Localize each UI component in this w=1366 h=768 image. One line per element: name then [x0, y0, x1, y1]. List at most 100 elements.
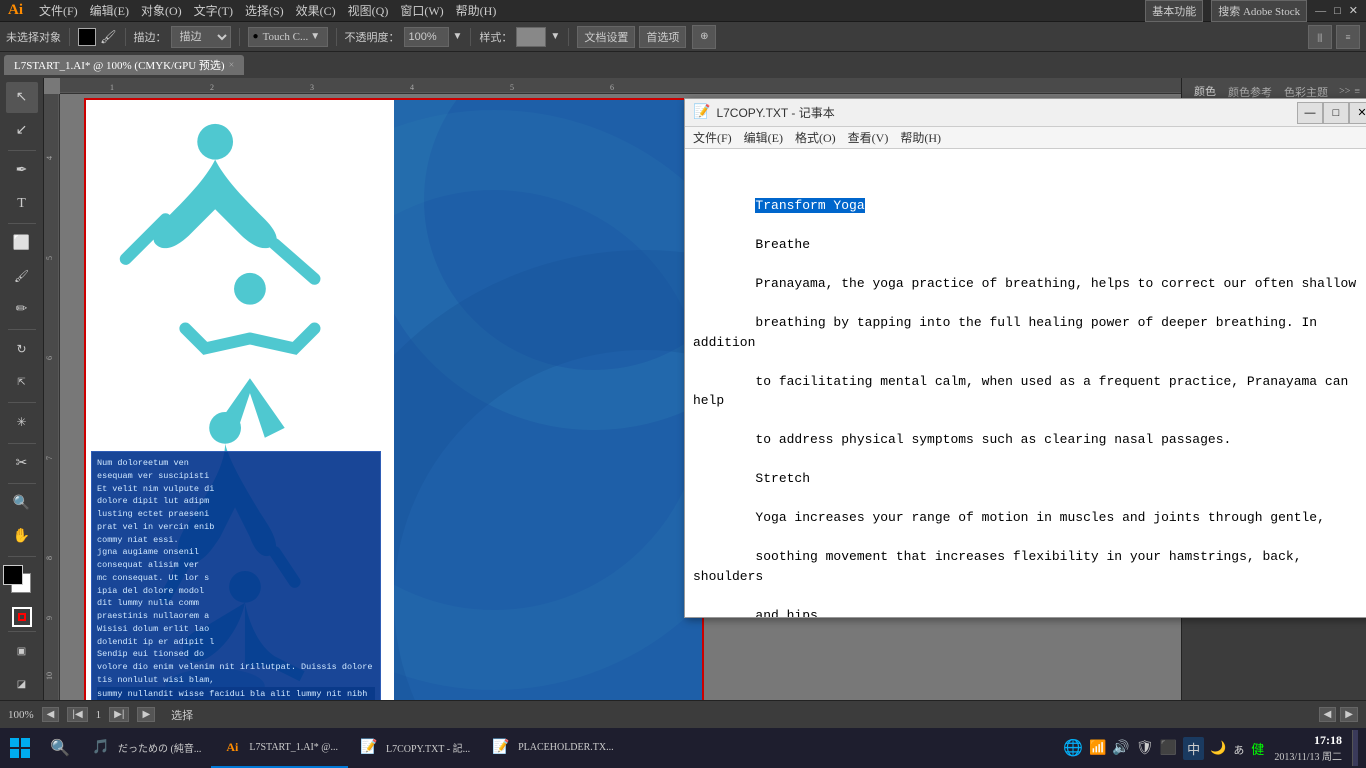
- ruler-top: 1 2 3 4 5 6: [60, 78, 1366, 94]
- antivirus-icon[interactable]: 🛡: [1136, 740, 1154, 757]
- draw-normal-mode[interactable]: ▣: [6, 636, 38, 667]
- paintbrush-tool[interactable]: 🖌: [6, 261, 38, 292]
- first-page-btn[interactable]: |◀: [67, 707, 87, 722]
- sound-icon[interactable]: 🔊: [1112, 740, 1129, 757]
- status-bar: 100% ◀ |◀ 1 ▶| ▶ 选择 ◀ ▶: [0, 700, 1366, 728]
- search-stock-label[interactable]: 搜索 Adobe Stock: [1211, 0, 1307, 22]
- hand-tool[interactable]: ✋: [6, 521, 38, 552]
- panel-expand-icon[interactable]: >>: [1339, 86, 1350, 97]
- stroke-select[interactable]: 描边: [171, 26, 231, 48]
- keyboard-health-icon[interactable]: 健: [1251, 739, 1264, 758]
- type-tool[interactable]: T: [6, 188, 38, 219]
- control-toolbar: 未选择对象 🖌 描边： 描边 ● Touch C... ▼ 不透明度： ▼ 样式…: [0, 22, 1366, 52]
- status-label: 选择: [171, 707, 193, 723]
- apps-icon[interactable]: ⬛: [1160, 740, 1177, 757]
- last-page-btn[interactable]: ▶|: [109, 707, 129, 722]
- network-icon[interactable]: 📶: [1089, 740, 1106, 757]
- tab-close-btn[interactable]: ×: [229, 60, 235, 71]
- notepad-close[interactable]: ✕: [1349, 102, 1366, 124]
- rotate-tool[interactable]: ↻: [6, 334, 38, 365]
- draw-inside-mode[interactable]: ◪: [6, 669, 38, 700]
- notepad-title: L7COPY.TXT - 记事本: [716, 104, 1297, 121]
- blue-text-long2: summy nullandit wisse facidui bla alit l…: [97, 687, 375, 701]
- tools-panel: ↖ ↙ ✒ T ⬜ 🖌 ✏ ↻ ⇱ ✳ ✂ 🔍 ✋ ▣ ◪: [0, 78, 44, 700]
- menu-edit[interactable]: 编辑(E): [84, 2, 135, 19]
- taskbar-notepad-1[interactable]: 📝 L7COPY.TXT - 記...: [348, 728, 480, 768]
- selection-tool[interactable]: ↖: [6, 82, 38, 113]
- notepad-menu-view[interactable]: 查看(V): [842, 129, 895, 146]
- basic-function-label[interactable]: 基本功能: [1145, 0, 1203, 22]
- notepad-minimize[interactable]: —: [1297, 102, 1323, 124]
- search-button[interactable]: 🔍: [40, 728, 80, 768]
- menu-file[interactable]: 文件(F): [33, 2, 84, 19]
- svg-text:6: 6: [610, 83, 614, 92]
- document-tab[interactable]: L7START_1.AI* @ 100% (CMYK/GPU 预选) ×: [4, 55, 244, 75]
- brush-icon: 🖌: [100, 29, 117, 45]
- scale-tool[interactable]: ⇱: [6, 367, 38, 398]
- foreground-color-swatch[interactable]: [3, 565, 23, 585]
- system-tray: 🌐 📶 🔊 🛡 ⬛ 中 🌙 ぁ 健 17:18 2013/11/13 周二: [1063, 730, 1366, 766]
- ie-icon[interactable]: 🌐: [1063, 738, 1083, 758]
- notepad-line-3: breathing by tapping into the full heali…: [693, 315, 1325, 350]
- menu-object[interactable]: 对象(O): [135, 2, 188, 19]
- illustrator-icon: Ai: [221, 736, 243, 758]
- taskbar-music-app[interactable]: 🎵 だっための (純音...: [80, 728, 211, 768]
- scroll-right-btn[interactable]: ▶: [1340, 707, 1358, 722]
- input-moon-icon[interactable]: 🌙: [1210, 740, 1226, 756]
- panel-menu-icon[interactable]: ≡: [1354, 86, 1360, 97]
- scissors-tool[interactable]: ✂: [6, 447, 38, 478]
- menu-select[interactable]: 选择(S): [239, 2, 290, 19]
- notepad-menu-help[interactable]: 帮助(H): [894, 129, 947, 146]
- blue-text-line2: esequam ver suscipisti: [97, 471, 209, 481]
- menu-help[interactable]: 帮助(H): [450, 2, 503, 19]
- zoom-display: 100%: [8, 709, 34, 721]
- scroll-left-btn[interactable]: ◀: [1319, 707, 1337, 722]
- prev-page-btn[interactable]: ◀: [42, 707, 60, 722]
- win-maximize[interactable]: □: [1334, 5, 1341, 17]
- start-button[interactable]: [0, 728, 40, 768]
- pencil-tool[interactable]: ✏: [6, 294, 38, 325]
- next-page-btn[interactable]: ▶: [137, 707, 155, 722]
- blue-text-line8: jgna augiame onsenil: [97, 547, 199, 557]
- svg-text:2: 2: [210, 83, 214, 92]
- notepad-line-2: Pranayama, the yoga practice of breathin…: [755, 276, 1356, 291]
- menu-view[interactable]: 视图(Q): [342, 2, 395, 19]
- notepad-menu-format[interactable]: 格式(O): [789, 129, 842, 146]
- rectangle-tool[interactable]: ⬜: [6, 228, 38, 259]
- page-number[interactable]: 1: [96, 709, 102, 721]
- win-close[interactable]: ✕: [1349, 4, 1358, 17]
- zoom-tool[interactable]: 🔍: [6, 488, 38, 519]
- doc-settings-btn[interactable]: 文档设置: [577, 26, 635, 48]
- notepad-line-5: to address physical symptoms such as cle…: [755, 432, 1231, 447]
- input-char-icon[interactable]: ぁ: [1232, 739, 1245, 758]
- opacity-input[interactable]: [404, 27, 449, 47]
- notepad-icon: 📝: [693, 104, 710, 121]
- fill-icon[interactable]: [12, 607, 32, 627]
- menu-text[interactable]: 文字(T): [188, 2, 239, 19]
- music-icon: 🎵: [90, 736, 112, 758]
- notepad-menubar: 文件(F) 编辑(E) 格式(O) 查看(V) 帮助(H): [685, 127, 1366, 149]
- direct-selection-tool[interactable]: ↙: [6, 115, 38, 146]
- pen-tool[interactable]: ✒: [6, 155, 38, 186]
- foreground-color[interactable]: [78, 28, 96, 46]
- system-clock[interactable]: 17:18 2013/11/13 周二: [1270, 733, 1346, 763]
- touch-brush-label[interactable]: Touch C...: [263, 31, 309, 43]
- notepad-menu-edit[interactable]: 编辑(E): [738, 129, 789, 146]
- menu-window[interactable]: 窗口(W): [394, 2, 449, 19]
- svg-text:7: 7: [45, 456, 54, 460]
- symbol-sprayer-tool[interactable]: ✳: [6, 407, 38, 438]
- menu-effect[interactable]: 效果(C): [290, 2, 342, 19]
- preferences-btn[interactable]: 首选项: [639, 26, 686, 48]
- notepad-menu-file[interactable]: 文件(F): [687, 129, 738, 146]
- win-minimize[interactable]: —: [1315, 5, 1326, 17]
- taskbar-illustrator[interactable]: Ai L7START_1.AI* @...: [211, 728, 348, 768]
- show-desktop-btn[interactable]: [1352, 730, 1358, 766]
- blue-text-overlay[interactable]: Num doloreetum ven esequam ver suscipist…: [91, 451, 381, 700]
- svg-text:10: 10: [45, 672, 54, 680]
- notepad-text-area[interactable]: Transform Yoga Breathe Pranayama, the yo…: [685, 149, 1366, 617]
- artwork-right-panel: [394, 100, 702, 700]
- taskbar-notepad-2[interactable]: 📝 PLACEHOLDER.TX...: [480, 728, 624, 768]
- notepad-maximize[interactable]: □: [1323, 102, 1349, 124]
- blue-text-line6: prat vel in vercin enib: [97, 522, 214, 532]
- chinese-input-mode[interactable]: 中: [1183, 737, 1204, 760]
